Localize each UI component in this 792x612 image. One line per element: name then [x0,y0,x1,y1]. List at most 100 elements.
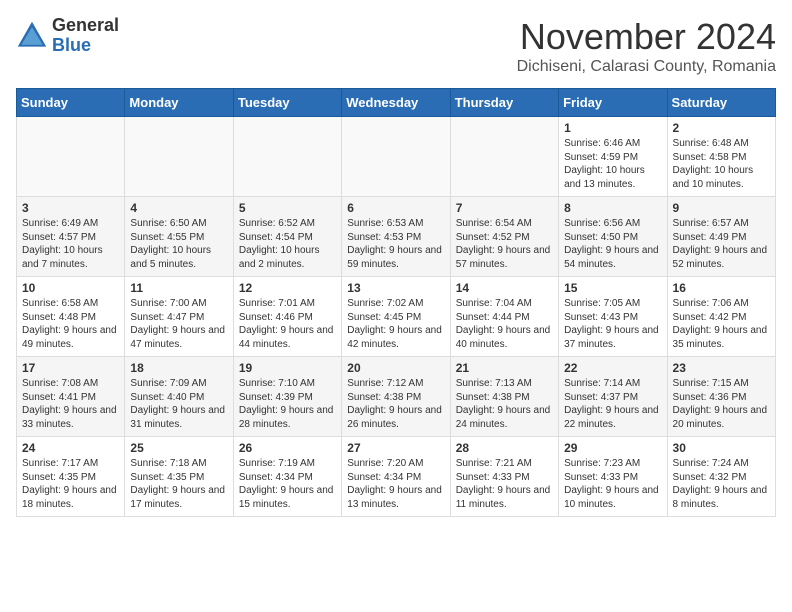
calendar-cell: 10 Sunrise: 6:58 AM Sunset: 4:48 PM Dayli… [17,277,125,357]
day-info: Sunrise: 6:48 AM Sunset: 4:58 PM Dayligh… [673,137,770,191]
header: General Blue November 2024 Dichiseni, Ca… [16,16,776,76]
day-info: Sunrise: 7:18 AM Sunset: 4:35 PM Dayligh… [130,457,227,511]
day-info: Sunrise: 6:46 AM Sunset: 4:59 PM Dayligh… [564,137,661,191]
day-number: 14 [456,281,553,295]
calendar-week-5: 24 Sunrise: 7:17 AM Sunset: 4:35 PM Dayli… [17,437,776,517]
day-info: Sunrise: 7:23 AM Sunset: 4:33 PM Dayligh… [564,457,661,511]
day-number: 20 [347,361,444,375]
day-number: 19 [239,361,336,375]
day-number: 18 [130,361,227,375]
day-info: Sunrise: 7:05 AM Sunset: 4:43 PM Dayligh… [564,297,661,351]
day-info: Sunrise: 7:19 AM Sunset: 4:34 PM Dayligh… [239,457,336,511]
day-number: 9 [673,201,770,215]
day-number: 10 [22,281,119,295]
day-info: Sunrise: 6:52 AM Sunset: 4:54 PM Dayligh… [239,217,336,271]
calendar-cell: 16Sunrise: 7:06 AM Sunset: 4:42 PM Dayli… [667,277,775,357]
day-info: Sunrise: 7:17 AM Sunset: 4:35 PM Dayligh… [22,457,119,511]
day-info: Sunrise: 7:13 AM Sunset: 4:38 PM Dayligh… [456,377,553,431]
calendar-cell: 18 Sunrise: 7:09 AM Sunset: 4:40 PM Dayli… [125,357,233,437]
calendar-cell: 21 Sunrise: 7:13 AM Sunset: 4:38 PM Dayli… [450,357,558,437]
logo-text: General Blue [52,16,119,56]
header-day-sunday: Sunday [17,89,125,117]
calendar-cell: 24 Sunrise: 7:17 AM Sunset: 4:35 PM Dayli… [17,437,125,517]
calendar-cell: 30 Sunrise: 7:24 AM Sunset: 4:32 PM Dayli… [667,437,775,517]
day-number: 1 [564,121,661,135]
calendar-cell: 23Sunrise: 7:15 AM Sunset: 4:36 PM Dayli… [667,357,775,437]
day-info: Sunrise: 6:58 AM Sunset: 4:48 PM Dayligh… [22,297,119,351]
day-number: 13 [347,281,444,295]
header-day-wednesday: Wednesday [342,89,450,117]
calendar-cell: 15 Sunrise: 7:05 AM Sunset: 4:43 PM Dayli… [559,277,667,357]
logo-blue-label: Blue [52,36,119,56]
calendar-cell [342,117,450,197]
header-day-monday: Monday [125,89,233,117]
day-info: Sunrise: 7:14 AM Sunset: 4:37 PM Dayligh… [564,377,661,431]
calendar-cell: 22 Sunrise: 7:14 AM Sunset: 4:37 PM Dayli… [559,357,667,437]
day-number: 3 [22,201,119,215]
day-number: 21 [456,361,553,375]
calendar-cell: 3 Sunrise: 6:49 AM Sunset: 4:57 PM Daylig… [17,197,125,277]
day-info: Sunrise: 7:12 AM Sunset: 4:38 PM Dayligh… [347,377,444,431]
calendar-cell: 26 Sunrise: 7:19 AM Sunset: 4:34 PM Dayli… [233,437,341,517]
day-number: 26 [239,441,336,455]
day-number: 4 [130,201,227,215]
day-number: 15 [564,281,661,295]
calendar-cell: 9 Sunrise: 6:57 AM Sunset: 4:49 PM Daylig… [667,197,775,277]
calendar-cell: 17Sunrise: 7:08 AM Sunset: 4:41 PM Dayli… [17,357,125,437]
calendar-cell: 11Sunrise: 7:00 AM Sunset: 4:47 PM Dayli… [125,277,233,357]
day-number: 2 [673,121,770,135]
day-number: 22 [564,361,661,375]
day-info: Sunrise: 6:49 AM Sunset: 4:57 PM Dayligh… [22,217,119,271]
calendar-cell: 28 Sunrise: 7:21 AM Sunset: 4:33 PM Dayli… [450,437,558,517]
header-day-saturday: Saturday [667,89,775,117]
calendar-cell: 4 Sunrise: 6:50 AM Sunset: 4:55 PM Daylig… [125,197,233,277]
calendar-week-1: 1 Sunrise: 6:46 AM Sunset: 4:59 PM Daylig… [17,117,776,197]
calendar-cell: 2 Sunrise: 6:48 AM Sunset: 4:58 PM Daylig… [667,117,775,197]
day-info: Sunrise: 6:50 AM Sunset: 4:55 PM Dayligh… [130,217,227,271]
day-number: 6 [347,201,444,215]
calendar-week-4: 17Sunrise: 7:08 AM Sunset: 4:41 PM Dayli… [17,357,776,437]
header-day-friday: Friday [559,89,667,117]
logo-general-label: General [52,16,119,36]
day-info: Sunrise: 7:15 AM Sunset: 4:36 PM Dayligh… [673,377,770,431]
logo: General Blue [16,16,119,56]
calendar-header-row: SundayMondayTuesdayWednesdayThursdayFrid… [17,89,776,117]
day-info: Sunrise: 7:09 AM Sunset: 4:40 PM Dayligh… [130,377,227,431]
header-day-thursday: Thursday [450,89,558,117]
logo-icon [16,20,48,52]
day-info: Sunrise: 6:54 AM Sunset: 4:52 PM Dayligh… [456,217,553,271]
day-number: 7 [456,201,553,215]
day-info: Sunrise: 7:02 AM Sunset: 4:45 PM Dayligh… [347,297,444,351]
calendar-cell: 29 Sunrise: 7:23 AM Sunset: 4:33 PM Dayli… [559,437,667,517]
calendar-cell: 6 Sunrise: 6:53 AM Sunset: 4:53 PM Daylig… [342,197,450,277]
day-info: Sunrise: 7:10 AM Sunset: 4:39 PM Dayligh… [239,377,336,431]
calendar-week-2: 3 Sunrise: 6:49 AM Sunset: 4:57 PM Daylig… [17,197,776,277]
day-info: Sunrise: 7:04 AM Sunset: 4:44 PM Dayligh… [456,297,553,351]
calendar-cell: 19 Sunrise: 7:10 AM Sunset: 4:39 PM Dayli… [233,357,341,437]
calendar-cell: 8 Sunrise: 6:56 AM Sunset: 4:50 PM Daylig… [559,197,667,277]
day-number: 24 [22,441,119,455]
day-info: Sunrise: 6:53 AM Sunset: 4:53 PM Dayligh… [347,217,444,271]
day-info: Sunrise: 7:06 AM Sunset: 4:42 PM Dayligh… [673,297,770,351]
calendar-table: SundayMondayTuesdayWednesdayThursdayFrid… [16,88,776,517]
day-number: 30 [673,441,770,455]
calendar-cell: 27 Sunrise: 7:20 AM Sunset: 4:34 PM Dayli… [342,437,450,517]
day-info: Sunrise: 6:57 AM Sunset: 4:49 PM Dayligh… [673,217,770,271]
day-info: Sunrise: 6:56 AM Sunset: 4:50 PM Dayligh… [564,217,661,271]
header-day-tuesday: Tuesday [233,89,341,117]
day-number: 8 [564,201,661,215]
calendar-cell [125,117,233,197]
title-area: November 2024 Dichiseni, Calarasi County… [517,16,776,76]
day-number: 27 [347,441,444,455]
day-number: 29 [564,441,661,455]
calendar-cell: 14 Sunrise: 7:04 AM Sunset: 4:44 PM Dayli… [450,277,558,357]
day-info: Sunrise: 7:24 AM Sunset: 4:32 PM Dayligh… [673,457,770,511]
month-title: November 2024 [517,16,776,58]
day-info: Sunrise: 7:21 AM Sunset: 4:33 PM Dayligh… [456,457,553,511]
day-info: Sunrise: 7:20 AM Sunset: 4:34 PM Dayligh… [347,457,444,511]
calendar-cell: 7 Sunrise: 6:54 AM Sunset: 4:52 PM Daylig… [450,197,558,277]
day-number: 28 [456,441,553,455]
calendar-cell [233,117,341,197]
calendar-cell: 20 Sunrise: 7:12 AM Sunset: 4:38 PM Dayli… [342,357,450,437]
calendar-cell [17,117,125,197]
